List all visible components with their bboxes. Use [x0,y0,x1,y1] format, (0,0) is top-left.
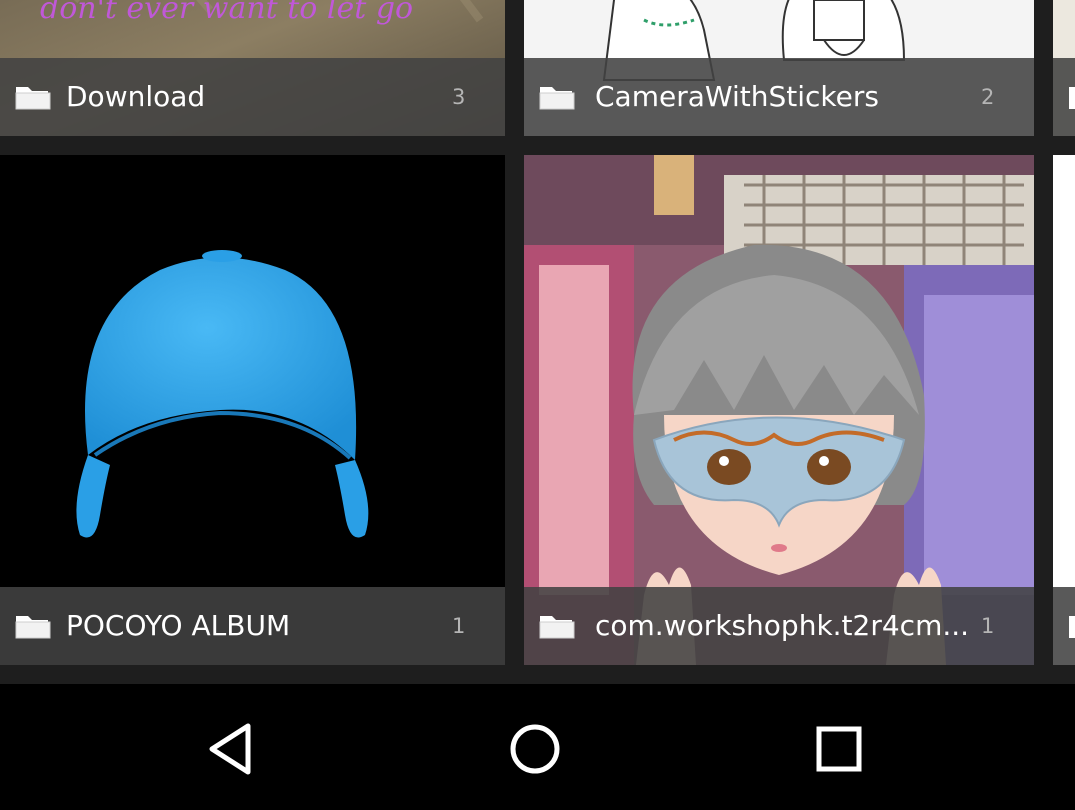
album-tile-download[interactable]: don't ever want to let go Download 3 [0,0,505,136]
album-count: 3 [452,85,466,109]
album-tile-camerawithstickers[interactable]: CameraWithStickers 2 [524,0,1034,136]
home-circle-icon [510,724,560,774]
album-tile-pocoyo[interactable]: POCOYO ALBUM 1 [0,155,505,665]
album-caption: Download 3 [0,58,505,136]
album-name: POCOYO ALBUM [66,609,291,642]
album-caption: POCOYO ALBUM 1 [0,587,505,665]
recents-button[interactable] [804,714,874,784]
navigation-bar [0,684,1075,810]
album-count: 2 [981,85,995,109]
album-tile-partial[interactable] [1053,155,1075,665]
album-count: 1 [452,614,466,638]
folder-icon [1067,83,1075,111]
recents-square-icon [816,726,862,772]
folder-icon [1067,612,1075,640]
gallery-screen: don't ever want to let go Download 3 Cam… [0,0,1075,810]
folder-icon [538,612,576,640]
back-button[interactable] [198,714,268,784]
folder-icon [14,612,52,640]
album-caption [1053,58,1075,136]
album-caption [1053,587,1075,665]
album-count: 1 [981,614,995,638]
album-caption: CameraWithStickers 2 [524,58,1034,136]
album-name: CameraWithStickers [595,80,879,113]
home-button[interactable] [500,714,570,784]
album-name: Download [66,80,206,113]
album-tile-partial[interactable] [1053,0,1075,136]
album-tile-workshophk[interactable]: com.workshophk.t2r4cm... 1 [524,155,1034,665]
thumbnail-caption-text: don't ever want to let go [40,0,413,26]
folder-icon [538,83,576,111]
album-caption: com.workshophk.t2r4cm... 1 [524,587,1034,665]
back-triangle-icon [209,723,251,775]
folder-icon [14,83,52,111]
album-name: com.workshophk.t2r4cm... [595,609,970,642]
